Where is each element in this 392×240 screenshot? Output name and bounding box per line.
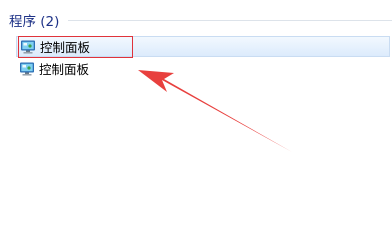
- section-divider: [68, 20, 392, 21]
- section-title: 程序 (2): [9, 14, 60, 30]
- control-panel-icon: [20, 62, 34, 75]
- search-results-panel: 程序 (2) 控制面板 控制面板: [0, 0, 392, 226]
- result-list: 控制面板 控制面板: [0, 36, 392, 80]
- result-item-label: 控制面板: [40, 40, 91, 55]
- result-item-control-panel-1[interactable]: 控制面板: [16, 36, 390, 58]
- result-item-control-panel-2[interactable]: 控制面板: [16, 58, 390, 79]
- result-item-label: 控制面板: [39, 62, 90, 77]
- control-panel-icon: [21, 40, 35, 53]
- section-header-programs: 程序 (2): [9, 10, 59, 30]
